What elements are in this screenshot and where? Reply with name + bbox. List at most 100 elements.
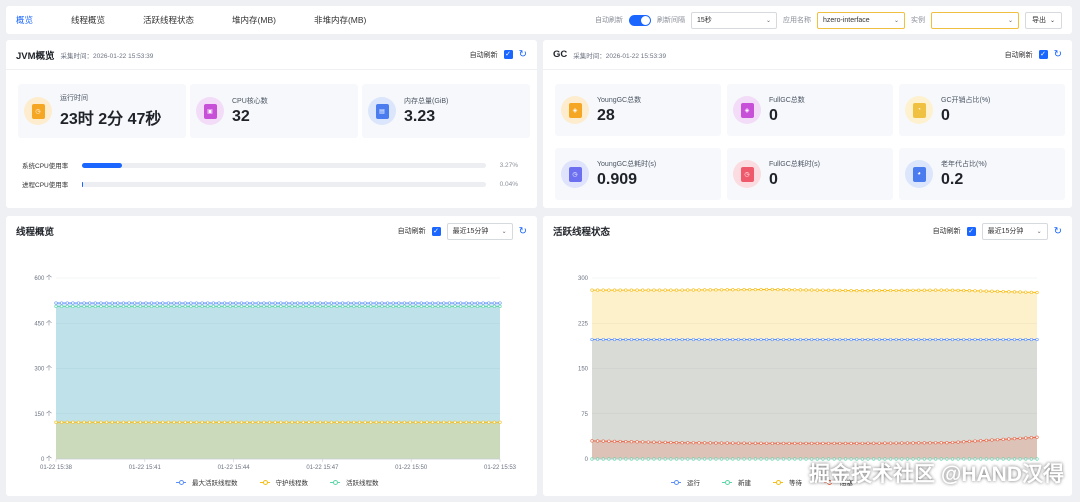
data-point bbox=[127, 420, 131, 424]
data-point bbox=[121, 304, 126, 308]
data-point bbox=[262, 420, 266, 424]
data-point bbox=[498, 420, 502, 424]
x-tick-label: 01-22 15:50 bbox=[395, 465, 428, 471]
data-point bbox=[888, 288, 893, 293]
data-point bbox=[155, 420, 159, 424]
process-cpu-row: 进程CPU使用率 0.04% bbox=[22, 179, 518, 190]
legend-item[interactable]: 等待 bbox=[773, 477, 802, 487]
data-point bbox=[748, 441, 752, 445]
data-point bbox=[228, 304, 232, 308]
legend-item[interactable]: 新建 bbox=[722, 477, 751, 487]
data-point bbox=[618, 439, 622, 444]
top-bar: 概览 线程概览 活跃线程状态 堆内存(MB) 非堆内存(MB) 自动刷新 刷新间… bbox=[6, 6, 1072, 34]
data-point bbox=[284, 420, 289, 424]
legend-item[interactable]: 守护线程数 bbox=[259, 477, 308, 487]
metric-label: YoungGC总耗时(s) bbox=[597, 161, 657, 168]
data-point bbox=[759, 337, 763, 342]
data-point bbox=[843, 441, 848, 445]
data-point bbox=[607, 288, 611, 292]
data-point bbox=[629, 337, 634, 342]
data-point bbox=[82, 304, 86, 308]
data-point bbox=[178, 304, 182, 308]
x-tick-label: 01-22 15:44 bbox=[218, 465, 251, 471]
data-point bbox=[324, 301, 328, 305]
x-tick-label: 01-22 15:53 bbox=[484, 465, 517, 471]
data-point bbox=[1012, 437, 1017, 441]
data-point bbox=[719, 288, 724, 292]
legend-item[interactable]: 活跃线程数 bbox=[330, 477, 379, 487]
bar-percent: 0.04% bbox=[499, 180, 518, 188]
data-point bbox=[950, 288, 955, 292]
data-point bbox=[290, 301, 294, 305]
data-point bbox=[245, 420, 249, 424]
data-point bbox=[641, 337, 645, 342]
data-point bbox=[883, 288, 887, 293]
data-point bbox=[60, 301, 64, 305]
app-name-select[interactable]: hzero-interface ⌄ bbox=[816, 11, 905, 29]
data-point bbox=[776, 287, 780, 292]
data-point bbox=[815, 337, 819, 342]
data-point bbox=[464, 304, 468, 308]
data-point bbox=[646, 440, 650, 444]
tab-non-heap-memory[interactable]: 非堆内存(MB) bbox=[314, 6, 386, 34]
data-point bbox=[753, 337, 757, 342]
refresh-icon[interactable]: ↻ bbox=[519, 49, 527, 60]
tab-thread-overview[interactable]: 线程概览 bbox=[71, 6, 125, 34]
data-point bbox=[301, 420, 305, 424]
legend-item[interactable]: 最大活跃线程数 bbox=[176, 477, 238, 487]
data-point bbox=[736, 441, 741, 445]
data-point bbox=[408, 301, 412, 305]
tab-active-thread-state[interactable]: 活跃线程状态 bbox=[143, 6, 214, 34]
data-point bbox=[1001, 437, 1005, 441]
data-point bbox=[934, 441, 938, 445]
auto-refresh-toggle[interactable] bbox=[628, 14, 651, 26]
export-button[interactable]: 导出 ⌄ bbox=[1024, 11, 1062, 29]
data-point bbox=[172, 420, 176, 424]
data-point bbox=[447, 304, 452, 308]
tab-overview[interactable]: 概览 bbox=[16, 6, 53, 34]
tab-heap-memory[interactable]: 堆内存(MB) bbox=[232, 6, 296, 34]
data-point bbox=[414, 301, 418, 305]
data-point bbox=[447, 420, 452, 424]
data-point bbox=[307, 304, 311, 308]
data-point bbox=[133, 420, 137, 424]
cpu-icon: ▣ bbox=[196, 97, 224, 125]
data-point bbox=[121, 420, 126, 424]
data-point bbox=[346, 420, 350, 424]
series-area bbox=[56, 422, 500, 459]
metric-label: 内存总量(GiB) bbox=[404, 98, 449, 105]
data-point bbox=[273, 301, 277, 305]
metric-label: FullGC总耗时(s) bbox=[769, 161, 820, 168]
refresh-icon[interactable]: ↻ bbox=[1054, 49, 1062, 60]
data-point bbox=[810, 288, 814, 292]
data-point bbox=[601, 288, 605, 292]
data-point bbox=[183, 304, 187, 308]
data-point bbox=[956, 440, 960, 444]
legend-marker bbox=[330, 479, 340, 485]
data-point bbox=[442, 304, 446, 308]
data-point bbox=[475, 301, 480, 305]
data-point bbox=[612, 337, 617, 342]
y-tick-label: 300 个 bbox=[34, 366, 52, 373]
refresh-interval-value: 15秒 bbox=[696, 17, 712, 24]
data-point bbox=[65, 304, 69, 308]
refresh-interval-select[interactable]: 15秒 ⌄ bbox=[690, 11, 777, 29]
data-point bbox=[1024, 436, 1028, 440]
data-point bbox=[995, 289, 1000, 294]
data-point bbox=[770, 287, 774, 292]
data-point bbox=[217, 301, 221, 305]
data-point bbox=[641, 288, 645, 292]
data-point bbox=[1029, 436, 1033, 440]
y-tick-label: 450 个 bbox=[34, 320, 52, 327]
legend-item[interactable]: 运行 bbox=[671, 477, 700, 487]
instance-select[interactable]: ⌄ bbox=[930, 11, 1019, 29]
data-point bbox=[239, 301, 244, 305]
data-point bbox=[296, 301, 300, 305]
data-point bbox=[155, 301, 159, 305]
data-point bbox=[127, 301, 131, 305]
data-point bbox=[804, 441, 808, 445]
jvm-auto-refresh-checkbox[interactable]: ✓ bbox=[503, 50, 513, 59]
data-point bbox=[71, 420, 75, 424]
data-point bbox=[335, 304, 339, 308]
gc-auto-refresh-checkbox[interactable]: ✓ bbox=[1038, 50, 1048, 59]
